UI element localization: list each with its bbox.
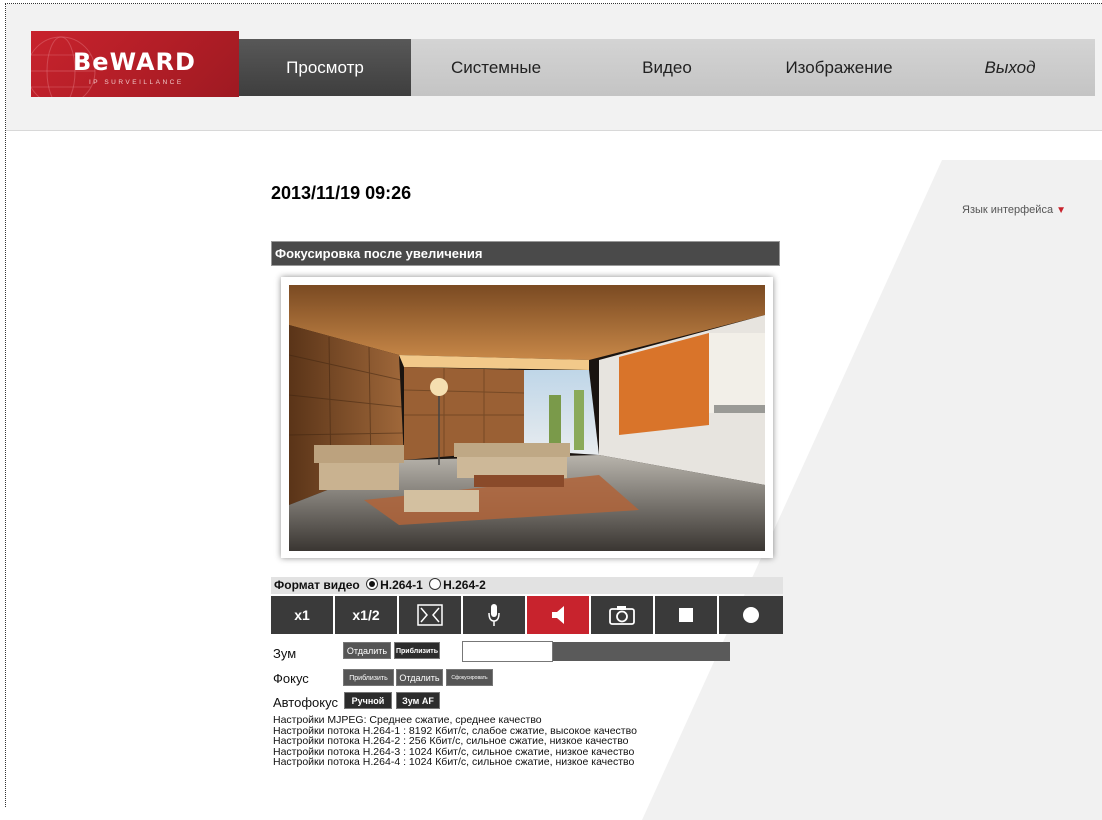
- section-title: Фокусировка после увеличения: [271, 241, 780, 266]
- fullscreen-icon: [417, 604, 443, 626]
- datetime-display: 2013/11/19 09:26: [271, 183, 412, 203]
- header: BeWARD IP SURVEILLANCE Просмотр Системны…: [6, 4, 1102, 131]
- nav-image[interactable]: Изображение: [753, 39, 925, 96]
- speaker-icon: [552, 606, 564, 624]
- room-scene-image: [289, 285, 765, 551]
- microphone-button[interactable]: [463, 596, 525, 634]
- zoom-slider-track[interactable]: [553, 642, 730, 661]
- radio-h264-1[interactable]: [366, 578, 379, 590]
- focus-label: Фокус: [273, 671, 309, 686]
- language-selector[interactable]: Язык интерфейса ▼: [962, 204, 1066, 216]
- nav-video[interactable]: Видео: [581, 39, 753, 96]
- video-frame: [281, 277, 773, 558]
- language-label: Язык интерфейса: [962, 204, 1054, 216]
- auto-focus-button[interactable]: Сфокусировать: [446, 669, 493, 686]
- triangle-down-icon: ▼: [1056, 205, 1067, 216]
- zoom-in-button[interactable]: Приблизить: [394, 642, 440, 659]
- stop-icon: [679, 608, 693, 622]
- video-format-label: Формат видео: [274, 578, 360, 592]
- main-nav: Просмотр Системные Видео Изображение Вых…: [239, 39, 1095, 96]
- zoom-af-button[interactable]: Зум AF: [396, 692, 440, 709]
- nav-exit[interactable]: Выход: [925, 39, 1095, 96]
- x1-button[interactable]: x1: [271, 596, 333, 634]
- record-icon: [743, 607, 759, 623]
- logo-text: BeWARD: [73, 48, 196, 76]
- zoom-label: Зум: [273, 646, 297, 661]
- speaker-button[interactable]: [527, 596, 589, 634]
- stream-info-line: Настройки MJPEG: Среднее сжатие, среднее…: [273, 714, 542, 726]
- manual-focus-button[interactable]: Ручной: [344, 692, 392, 709]
- focus-far-button[interactable]: Отдалить: [396, 669, 443, 686]
- zoom-value-input[interactable]: [462, 641, 553, 662]
- nav-system[interactable]: Системные: [411, 39, 581, 96]
- zoom-out-button[interactable]: Отдалить: [343, 642, 391, 659]
- video-controls: x1 x1/2: [271, 596, 783, 634]
- stop-button[interactable]: [655, 596, 717, 634]
- x1-2-button[interactable]: x1/2: [335, 596, 397, 634]
- radio-h264-2[interactable]: [429, 578, 442, 590]
- h264-1-label: H.264-1: [380, 578, 423, 592]
- live-video[interactable]: [289, 285, 765, 551]
- microphone-icon: [488, 604, 500, 626]
- snapshot-button[interactable]: [591, 596, 653, 634]
- fullscreen-button[interactable]: [399, 596, 461, 634]
- video-format-row: Формат видео H.264-1 H.264-2: [271, 577, 783, 594]
- stream-info: Настройки MJPEG: Среднее сжатие, среднее…: [273, 715, 637, 768]
- logo-subtitle: IP SURVEILLANCE: [89, 79, 184, 86]
- h264-2-label: H.264-2: [443, 578, 486, 592]
- nav-view[interactable]: Просмотр: [239, 39, 411, 96]
- record-button[interactable]: [719, 596, 783, 634]
- focus-near-button[interactable]: Приблизить: [343, 669, 394, 686]
- beward-logo[interactable]: BeWARD IP SURVEILLANCE: [31, 31, 239, 97]
- autofocus-label: Автофокус: [273, 695, 338, 710]
- camera-icon: [609, 606, 635, 625]
- stream-info-line: Настройки потока H.264-4 : 1024 Кбит/с, …: [273, 756, 635, 769]
